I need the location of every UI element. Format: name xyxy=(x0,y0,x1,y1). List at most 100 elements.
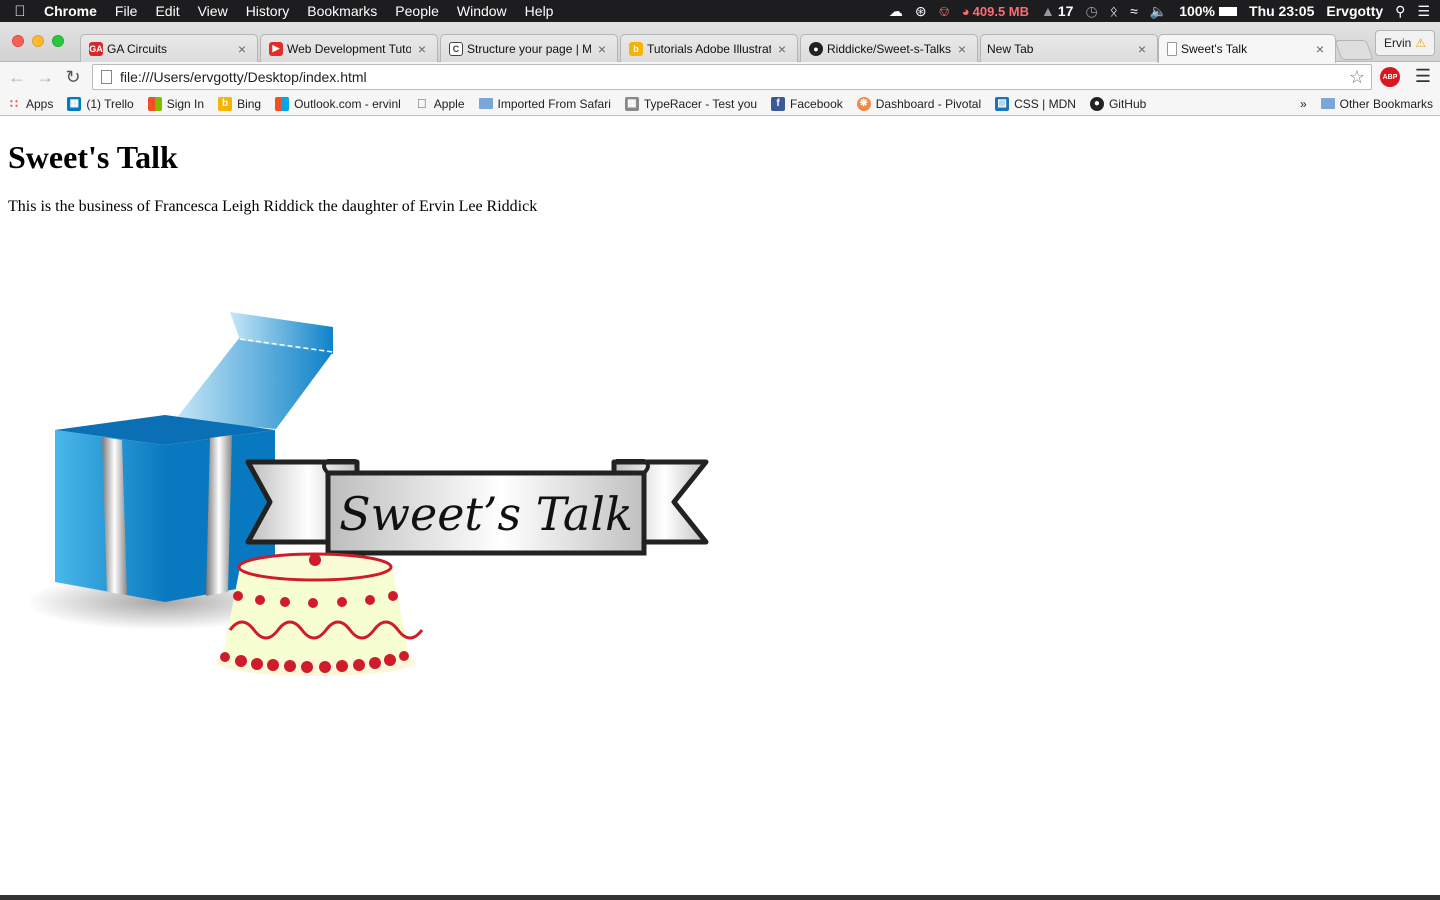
close-tab-icon[interactable]: × xyxy=(955,41,969,57)
monitor-count[interactable]: ▲ 17 xyxy=(1041,0,1073,22)
bookmarks-bar: ∷ Apps ▦ (1) Trello Sign In b Bing Outlo… xyxy=(0,92,1440,116)
logo-text: Sweet’s Talk xyxy=(339,487,633,541)
menu-edit[interactable]: Edit xyxy=(146,0,188,22)
profile-name: Ervin xyxy=(1383,36,1412,50)
other-bookmarks-folder[interactable]: Other Bookmarks xyxy=(1314,97,1440,111)
tab-title: Riddicke/Sweet-s-Talks xyxy=(827,41,951,56)
bookmark-css-mdn[interactable]: ▨ CSS | MDN xyxy=(988,96,1083,111)
close-tab-icon[interactable]: × xyxy=(1135,41,1149,57)
bookmark-label: Dashboard - Pivotal xyxy=(875,96,982,111)
close-tab-icon[interactable]: × xyxy=(775,41,789,57)
wifi-icon[interactable]: ≈ xyxy=(1130,0,1138,22)
battery-percent: 100% xyxy=(1179,3,1216,19)
tab-title: Structure your page | M xyxy=(467,41,591,56)
memory-usage[interactable]: ◕ 409.5 MB xyxy=(962,0,1029,22)
tab-ga-circuits[interactable]: GA GA Circuits × xyxy=(80,34,258,62)
bookmark-label: Imported From Safari xyxy=(497,96,611,111)
address-bar[interactable]: file:///Users/ervgotty/Desktop/index.htm… xyxy=(92,64,1372,90)
microsoft-icon xyxy=(275,96,290,111)
cake xyxy=(216,552,424,676)
bookmark-trello[interactable]: ▦ (1) Trello xyxy=(60,96,140,111)
minimize-window-button[interactable] xyxy=(32,35,44,47)
sweets-talk-banner: Sweet’s Talk xyxy=(245,459,709,556)
tab-title: Sweet's Talk xyxy=(1181,42,1248,56)
new-tab-button[interactable] xyxy=(1334,40,1374,60)
close-tab-icon[interactable]: × xyxy=(1313,41,1327,57)
bookmark-label: TypeRacer - Test you xyxy=(643,96,758,111)
back-icon[interactable]: ← xyxy=(6,66,28,88)
notification-center-icon[interactable]: ☰ xyxy=(1417,0,1430,22)
adblock-plus-icon[interactable]: ABP xyxy=(1380,67,1400,87)
bookmark-label: Apple xyxy=(433,96,465,111)
chrome-menu-icon[interactable]: ☰ xyxy=(1414,66,1432,88)
bookmark-label: Bing xyxy=(237,96,262,111)
bookmark-label: (1) Trello xyxy=(86,96,134,111)
bookmarks-overflow-button[interactable]: » xyxy=(1293,97,1314,111)
window-bottom-edge xyxy=(0,895,1440,900)
macos-menu-bar:  Chrome File Edit View History Bookmark… xyxy=(0,0,1440,22)
microsoft-icon xyxy=(147,96,162,111)
apple-menu-icon[interactable]:  xyxy=(0,3,40,20)
tab-title: New Tab xyxy=(987,41,1034,56)
close-tab-icon[interactable]: × xyxy=(595,41,609,57)
menu-bookmarks[interactable]: Bookmarks xyxy=(298,0,386,22)
codecademy-icon: C xyxy=(449,41,463,56)
menu-help[interactable]: Help xyxy=(516,0,563,22)
menu-view[interactable]: View xyxy=(189,0,237,22)
menu-window[interactable]: Window xyxy=(448,0,516,22)
page-paragraph: This is the business of Francesca Leigh … xyxy=(8,198,538,215)
url-text[interactable]: file:///Users/ervgotty/Desktop/index.htm… xyxy=(120,69,367,85)
menu-people[interactable]: People xyxy=(386,0,448,22)
bing-icon: b xyxy=(629,41,643,56)
reload-icon[interactable]: ↻ xyxy=(62,66,84,88)
bookmark-typeracer[interactable]: ▦ TypeRacer - Test you xyxy=(618,96,764,111)
count-value: 17 xyxy=(1057,3,1074,19)
tab-structure-your-page[interactable]: C Structure your page | M × xyxy=(440,34,618,62)
battery-status[interactable]: 100% xyxy=(1179,0,1238,22)
menu-app-chrome[interactable]: Chrome xyxy=(40,0,106,22)
bookmark-outlook[interactable]: Outlook.com - ervinl xyxy=(268,96,408,111)
tab-sweets-talk[interactable]: Sweet's Talk × xyxy=(1158,34,1336,63)
close-tab-icon[interactable]: × xyxy=(235,41,249,57)
bookmark-bing[interactable]: b Bing xyxy=(211,96,268,111)
bluetooth-icon[interactable]: ᛟ xyxy=(1110,0,1118,22)
clock[interactable]: Thu 23:05 xyxy=(1249,0,1314,22)
menu-file[interactable]: File xyxy=(106,0,147,22)
volume-icon[interactable]: 🔈 xyxy=(1150,0,1167,22)
bookmark-star-icon[interactable]: ☆ xyxy=(1349,67,1365,88)
bookmark-label: Outlook.com - ervinl xyxy=(294,96,401,111)
forward-icon[interactable]: → xyxy=(34,66,56,88)
bookmark-sign-in[interactable]: Sign In xyxy=(141,96,211,111)
time-machine-icon[interactable]: ◷ xyxy=(1085,0,1097,22)
user-name[interactable]: Ervgotty xyxy=(1326,0,1383,22)
bookmark-label: Other Bookmarks xyxy=(1339,96,1433,111)
bookmark-label: CSS | MDN xyxy=(1014,96,1076,111)
bookmark-label: Sign In xyxy=(166,96,205,111)
bookmark-facebook[interactable]: f Facebook xyxy=(764,96,850,111)
bookmark-apps[interactable]: ∷ Apps xyxy=(0,97,60,111)
profile-button[interactable]: Ervin ⚠ xyxy=(1375,30,1435,56)
bing-icon: b xyxy=(218,96,233,111)
bookmark-folder-imported-safari[interactable]: Imported From Safari xyxy=(472,97,618,111)
bookmark-apple[interactable]:  Apple xyxy=(408,96,472,111)
close-tab-icon[interactable]: × xyxy=(415,41,429,57)
magnet-icon[interactable]: ⎊ xyxy=(939,0,950,22)
zoom-window-button[interactable] xyxy=(52,35,64,47)
spotlight-search-icon[interactable]: ⚲ xyxy=(1395,0,1405,22)
github-icon: ● xyxy=(809,41,823,56)
folder-icon xyxy=(1320,98,1335,109)
bookmark-github[interactable]: ● GitHub xyxy=(1083,96,1153,111)
tab-web-development[interactable]: ▶ Web Development Tutor × xyxy=(260,34,438,62)
sync-icon[interactable]: ⊛ xyxy=(915,0,927,22)
cloud-icon[interactable]: ☁ xyxy=(889,0,903,22)
bookmark-label: Apps xyxy=(26,96,54,111)
tab-tutorials-adobe[interactable]: b Tutorials Adobe Illustrat × xyxy=(620,34,798,62)
tab-strip: GA GA Circuits × ▶ Web Development Tutor… xyxy=(0,22,1440,63)
bookmark-pivotal[interactable]: ❋ Dashboard - Pivotal xyxy=(850,96,988,111)
page-info-icon[interactable] xyxy=(101,70,112,84)
menu-history[interactable]: History xyxy=(237,0,299,22)
tab-new-tab[interactable]: New Tab × xyxy=(980,34,1158,62)
tab-github-repo[interactable]: ● Riddicke/Sweet-s-Talks × xyxy=(800,34,978,62)
close-window-button[interactable] xyxy=(12,35,24,47)
bookmark-label: Facebook xyxy=(790,96,843,111)
